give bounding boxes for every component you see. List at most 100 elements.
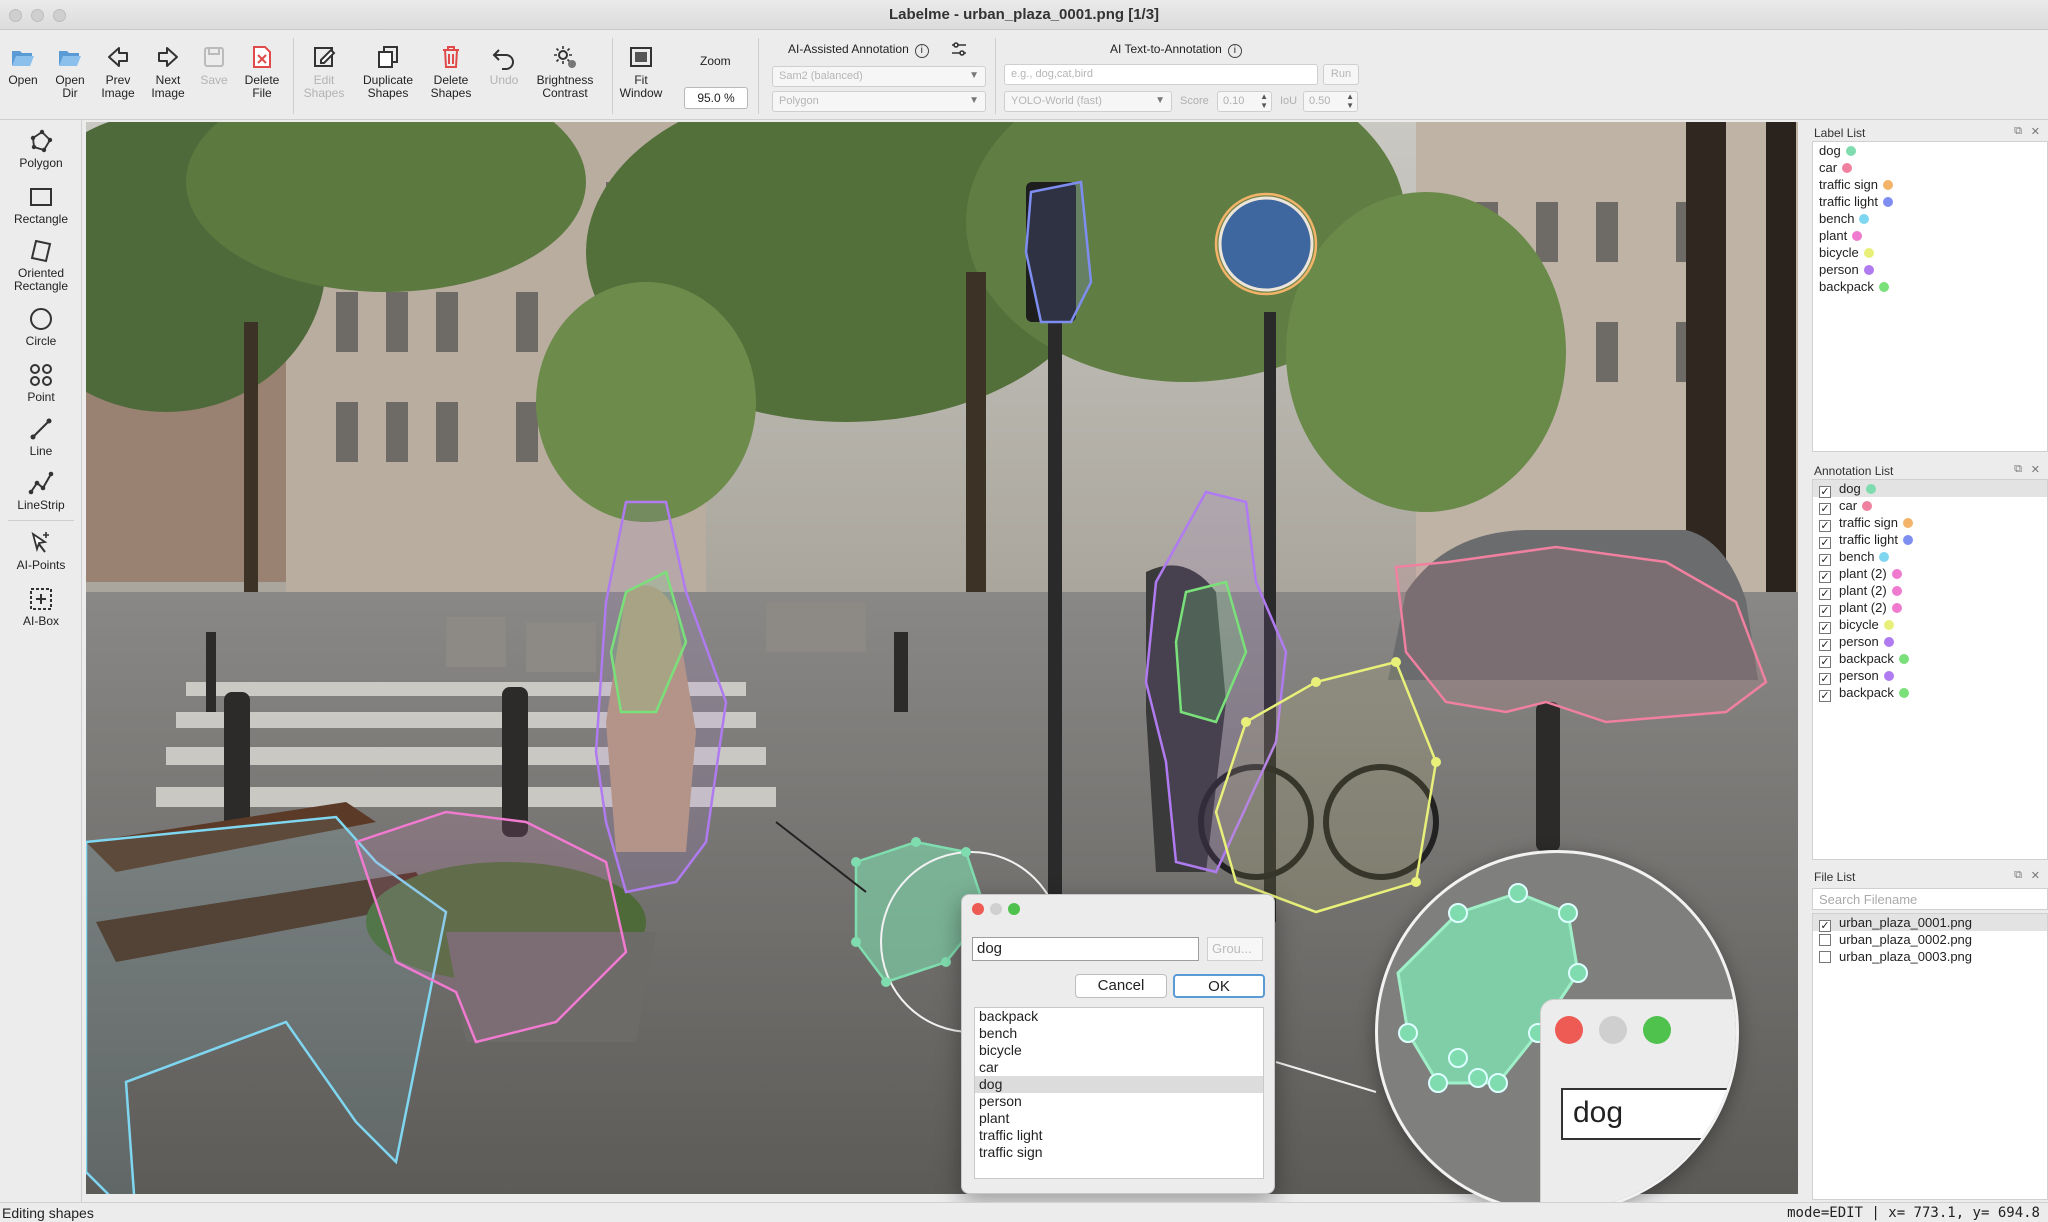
- info-icon[interactable]: i: [914, 44, 929, 58]
- label-input[interactable]: dog: [972, 937, 1199, 961]
- polygon-tool[interactable]: Polygon: [0, 128, 82, 170]
- zoom-input[interactable]: 95.0 %: [684, 87, 748, 109]
- file-list-item[interactable]: urban_plaza_0002.png: [1813, 931, 2047, 948]
- label-list-item[interactable]: traffic light: [1813, 193, 2047, 210]
- group-id-input[interactable]: Grou...: [1207, 937, 1263, 961]
- label-color-swatch: [1883, 180, 1894, 190]
- annotation-list-item[interactable]: ✓ plant (2): [1813, 582, 2047, 600]
- label-option[interactable]: plant: [975, 1110, 1263, 1127]
- file-list-item[interactable]: ✓ urban_plaza_0001.png: [1813, 914, 2047, 932]
- planter: [526, 622, 596, 672]
- label-option[interactable]: bicycle: [975, 1042, 1263, 1059]
- delete-shapes-button[interactable]: Delete Shapes: [423, 44, 479, 100]
- annotation-text: person: [1839, 668, 1879, 683]
- annotation-list-item[interactable]: ✓ plant (2): [1813, 599, 2047, 617]
- label-option-selected[interactable]: dog: [975, 1076, 1263, 1093]
- annotation-list-item[interactable]: ✓ backpack: [1813, 650, 2047, 668]
- label-color-swatch: [1883, 197, 1894, 207]
- annotation-list-item[interactable]: ✓ plant (2): [1813, 565, 2047, 583]
- label-option[interactable]: person: [975, 1093, 1263, 1110]
- file-list-item[interactable]: urban_plaza_0003.png: [1813, 948, 2047, 965]
- annotation-list-item[interactable]: ✓ car: [1813, 497, 2047, 515]
- score-spinbox[interactable]: 0.10 ▲ ▼: [1217, 91, 1272, 112]
- annotation-list-item[interactable]: ✓ person: [1813, 633, 2047, 651]
- label-option[interactable]: traffic sign: [975, 1144, 1263, 1161]
- label-list-item[interactable]: backpack: [1813, 278, 2047, 295]
- close-icon[interactable]: ✕: [2031, 869, 2040, 882]
- run-button[interactable]: Run: [1323, 64, 1359, 85]
- score-label: Score: [1180, 95, 1209, 107]
- annotation-text: plant (2): [1839, 566, 1887, 581]
- file-name: urban_plaza_0001.png: [1839, 915, 1973, 930]
- undo-button[interactable]: Undo: [476, 44, 532, 87]
- oriented-rectangle-tool[interactable]: Oriented Rectangle: [0, 238, 82, 293]
- label-list-item[interactable]: plant: [1813, 227, 2047, 244]
- fit-window-button[interactable]: Fit Window: [613, 44, 669, 100]
- circle-tool[interactable]: Circle: [0, 306, 82, 348]
- file-checkbox[interactable]: [1819, 934, 1831, 946]
- oriented-rectangle-icon: [30, 239, 52, 263]
- settings-sliders-icon[interactable]: [950, 40, 968, 58]
- label-list-item[interactable]: car: [1813, 159, 2047, 176]
- visibility-checkbox[interactable]: ✓: [1819, 690, 1831, 702]
- prev-image-button[interactable]: Prev Image: [90, 44, 146, 100]
- ai-points-label: AI-Points: [16, 558, 66, 572]
- label-list-item[interactable]: traffic sign: [1813, 176, 2047, 193]
- file-search-input[interactable]: Search Filename: [1812, 888, 2048, 910]
- dialog-minimize-button[interactable]: [990, 903, 1002, 915]
- iou-spinbox[interactable]: 0.50 ▲ ▼: [1303, 91, 1358, 112]
- ai-model-select[interactable]: Sam2 (balanced) ▼: [772, 66, 986, 87]
- text-model-select[interactable]: YOLO-World (fast) ▼: [1004, 91, 1172, 112]
- brightness-contrast-button[interactable]: Brightness Contrast: [533, 44, 597, 100]
- annotation-list-item[interactable]: ✓ traffic light: [1813, 531, 2047, 549]
- label-option[interactable]: car: [975, 1059, 1263, 1076]
- ok-button[interactable]: OK: [1173, 974, 1265, 998]
- info-icon[interactable]: i: [1227, 44, 1242, 58]
- line-tool[interactable]: Line: [0, 416, 82, 458]
- brightness-label-1: Brightness: [536, 73, 594, 87]
- label-option[interactable]: traffic light: [975, 1127, 1263, 1144]
- magnified-close-dot: [1555, 1016, 1583, 1044]
- cancel-button[interactable]: Cancel: [1075, 974, 1167, 998]
- label-option[interactable]: backpack: [975, 1008, 1263, 1025]
- ai-points-tool[interactable]: AI-Points: [0, 530, 82, 572]
- close-icon[interactable]: ✕: [2031, 125, 2040, 138]
- dialog-close-button[interactable]: [972, 903, 984, 915]
- score-value: 0.10: [1223, 95, 1245, 107]
- float-icon[interactable]: ⧉: [2014, 869, 2022, 882]
- rectangle-tool[interactable]: Rectangle: [0, 184, 82, 226]
- traffic-sign-annotation[interactable]: [1214, 192, 1318, 296]
- label-list-item[interactable]: dog: [1813, 142, 2047, 159]
- point-tool[interactable]: Point: [0, 362, 82, 404]
- label-list-item[interactable]: person: [1813, 261, 2047, 278]
- annotation-text: car: [1839, 498, 1858, 513]
- annotation-list-item[interactable]: ✓ bicycle: [1813, 616, 2047, 634]
- annotation-list-item[interactable]: ✓ bench: [1813, 548, 2047, 566]
- next-label-1: Next: [155, 73, 181, 87]
- annotation-list-item[interactable]: ✓ person: [1813, 667, 2047, 685]
- linestrip-tool[interactable]: LineStrip: [0, 470, 82, 512]
- save-icon: [204, 47, 224, 67]
- float-icon[interactable]: ⧉: [2014, 125, 2022, 138]
- text-prompt-input[interactable]: e.g., dog,cat,bird: [1004, 64, 1318, 85]
- close-icon[interactable]: ✕: [2031, 463, 2040, 476]
- duplicate-shapes-button[interactable]: Duplicate Shapes: [360, 44, 416, 100]
- delete-file-button[interactable]: Delete File: [234, 44, 290, 100]
- float-icon[interactable]: ⧉: [2014, 463, 2022, 476]
- annotation-list-item[interactable]: ✓ backpack: [1813, 684, 2047, 702]
- traffic-light-annotation[interactable]: [1024, 180, 1093, 324]
- point-label: Point: [27, 390, 55, 404]
- ai-box-tool[interactable]: AI-Box: [0, 586, 82, 628]
- edit-shapes-button[interactable]: Edit Shapes: [296, 44, 352, 100]
- annotation-list-item[interactable]: ✓ dog: [1813, 480, 2047, 498]
- ai-output-select[interactable]: Polygon ▼: [772, 91, 986, 112]
- label-list-item[interactable]: bicycle: [1813, 244, 2047, 261]
- label-option[interactable]: bench: [975, 1025, 1263, 1042]
- file-checkbox[interactable]: [1819, 951, 1831, 963]
- label-list-item[interactable]: bench: [1813, 210, 2047, 227]
- annotation-text: person: [1839, 634, 1879, 649]
- annotation-list-item[interactable]: ✓ traffic sign: [1813, 514, 2047, 532]
- ai-assisted-title-text: AI-Assisted Annotation: [788, 42, 909, 56]
- next-label-2: Image: [151, 86, 185, 100]
- dialog-zoom-button[interactable]: [1008, 903, 1020, 915]
